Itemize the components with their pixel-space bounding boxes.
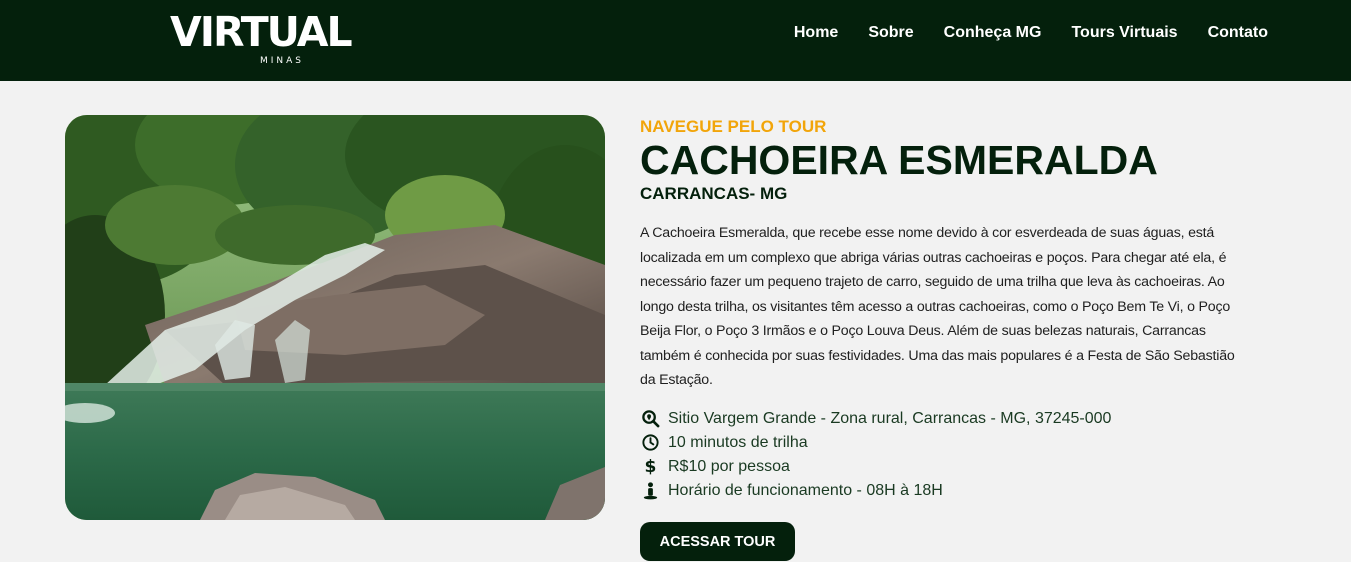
info-hours: Horário de funcionamento - 08H à 18H [640,479,1260,503]
dollar-icon: $ [640,457,660,477]
tour-description: A Cachoeira Esmeralda, que recebe esse n… [640,225,1235,388]
tour-subtitle: CARRANCAS- MG [640,184,788,203]
svg-text:$: $ [644,457,656,476]
access-tour-button[interactable]: ACESSAR TOUR [640,522,795,561]
info-duration-text: 10 minutos de trilha [668,433,808,451]
main-nav: Home Sobre Conheça MG Tours Virtuais Con… [794,22,1268,44]
site-header: VIRTUAL MINAS Home Sobre Conheça MG Tour… [0,0,1351,81]
tour-content: NAVEGUE PELO TOUR CACHOEIRA ESMERALDA CA… [640,117,1260,503]
nav-contato[interactable]: Contato [1208,22,1268,44]
info-hours-text: Horário de funcionamento - 08H à 18H [668,481,943,499]
info-price-text: R$10 por pessoa [668,457,790,475]
clock-icon [640,433,660,453]
info-address-text: Sitio Vargem Grande - Zona rural, Carran… [668,409,1112,427]
nav-home[interactable]: Home [794,22,838,44]
nav-tours-virtuais[interactable]: Tours Virtuais [1071,22,1177,44]
logo-wordmark: VIRTUAL [170,8,353,56]
info-duration: 10 minutos de trilha [640,431,1260,455]
info-price: $ R$10 por pessoa [640,455,1260,479]
nav-conheca-mg[interactable]: Conheça MG [944,22,1042,44]
nav-sobre[interactable]: Sobre [868,22,913,44]
tour-eyebrow: NAVEGUE PELO TOUR [640,117,827,136]
location-search-icon [640,409,660,429]
logo-subtitle: MINAS [260,56,305,66]
waterfall-photo [65,115,605,520]
tour-title: CACHOEIRA ESMERALDA [640,137,1158,183]
info-address: Sitio Vargem Grande - Zona rural, Carran… [640,407,1260,431]
brand-logo[interactable]: VIRTUAL MINAS [170,8,353,70]
tour-info-list: Sitio Vargem Grande - Zona rural, Carran… [640,407,1260,503]
person-location-icon [640,481,660,501]
